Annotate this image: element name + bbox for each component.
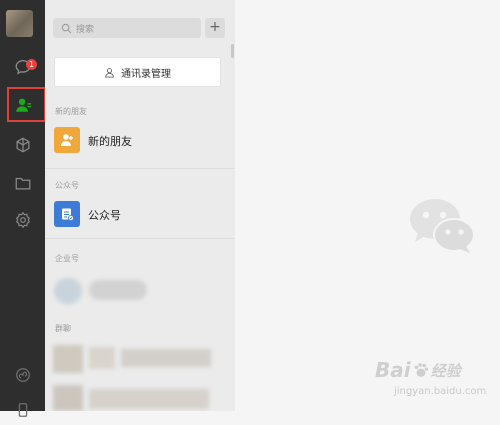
avatar[interactable] [6, 10, 33, 37]
baidu-watermark: Bai 经验 [375, 358, 461, 382]
list-item-new-friends[interactable]: 新的朋友 [45, 119, 235, 163]
phone-icon[interactable] [0, 395, 45, 425]
list-item-group-chats[interactable] [45, 337, 235, 411]
section-enterprise: 企业号 [55, 254, 79, 263]
group-name-blurred [121, 349, 211, 367]
search-input[interactable]: 搜索 [53, 18, 201, 38]
add-button[interactable]: + [205, 18, 225, 38]
wechat-logo-icon [410, 199, 475, 253]
list-item-official-accounts[interactable]: 公众号 [45, 193, 235, 237]
paw-icon [414, 363, 428, 377]
contacts-panel: 搜索 + 通讯录管理 新的朋友 新的朋友 公众号 公众号 企业号 群聊 [45, 0, 235, 411]
watermark-text-left: Bai [375, 358, 411, 382]
official-accounts-label: 公众号 [88, 209, 121, 222]
group-name-blurred [89, 389, 209, 409]
unread-badge: 1 [26, 59, 37, 70]
person-icon [105, 67, 114, 78]
new-friends-label: 新的朋友 [88, 135, 132, 148]
new-friend-icon [54, 127, 80, 153]
chat-icon[interactable] [0, 52, 45, 82]
watermark-text-right: 经验 [430, 361, 461, 380]
enterprise-name-blurred [89, 280, 147, 300]
list-item-enterprise[interactable] [45, 268, 235, 312]
gear-icon[interactable] [0, 205, 45, 235]
contacts-highlight-box [7, 87, 46, 122]
section-group-chats: 群聊 [55, 324, 71, 333]
section-new-friends: 新的朋友 [55, 107, 87, 116]
group-avatar [53, 345, 83, 373]
contacts-manage-button[interactable]: 通讯录管理 [54, 57, 221, 87]
mini-program-icon[interactable] [0, 360, 45, 390]
folder-icon[interactable] [0, 168, 45, 198]
divider [45, 168, 235, 169]
group-name-blurred [89, 347, 115, 369]
search-placeholder: 搜索 [76, 24, 95, 35]
scrollbar[interactable] [231, 44, 234, 58]
contacts-manage-label: 通讯录管理 [121, 68, 171, 80]
chat-area [235, 0, 500, 411]
cube-icon[interactable] [0, 130, 45, 160]
section-official-accounts: 公众号 [55, 181, 79, 190]
watermark-subtext: jingyan.baidu.com [394, 386, 487, 397]
divider [45, 238, 235, 239]
official-account-icon [54, 201, 80, 227]
enterprise-avatar [54, 278, 82, 304]
search-icon [61, 23, 72, 33]
group-avatar [53, 385, 83, 411]
sidebar: 1 [0, 0, 46, 417]
